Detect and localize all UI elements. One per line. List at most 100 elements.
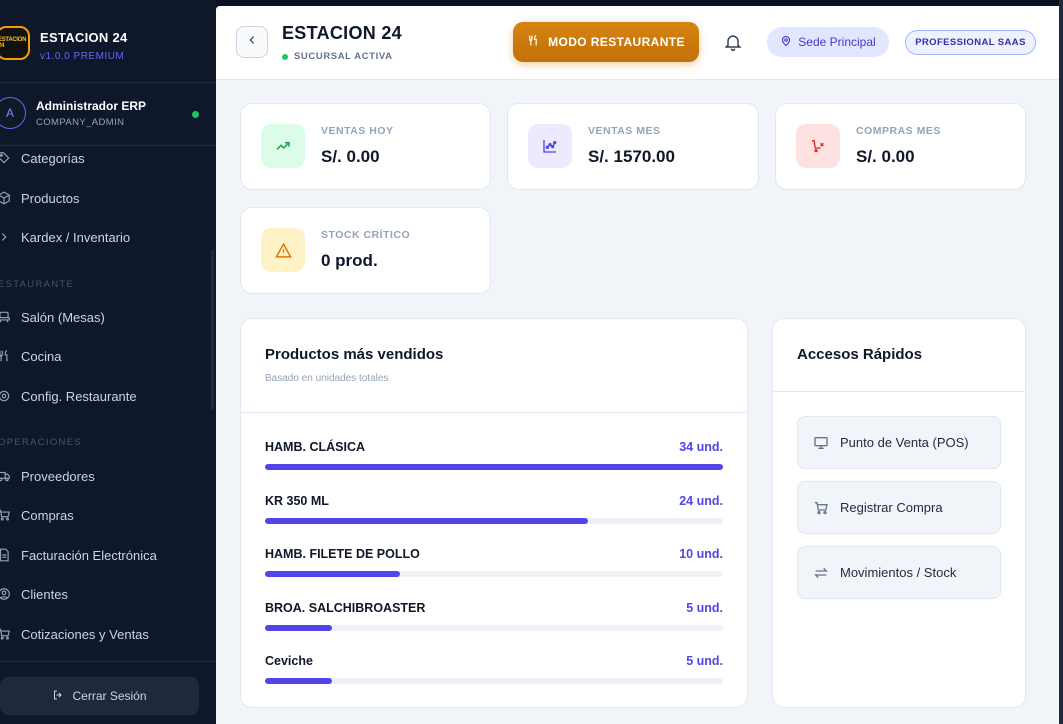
quick-access-stock-button[interactable]: Movimientos / Stock: [797, 546, 1001, 599]
logout-button[interactable]: Cerrar Sesión: [0, 677, 199, 715]
product-quantity: 5 und.: [686, 600, 723, 615]
chevron-left-icon: [245, 33, 259, 52]
progress-track: [265, 464, 723, 470]
sidebar-item-productos[interactable]: Productos: [0, 186, 216, 210]
product-name: KR 350 ML: [265, 493, 329, 508]
sidebar-item-label: Compras: [21, 507, 74, 523]
stat-value: S/. 0.00: [321, 147, 380, 166]
stat-card-ventas-hoy: VENTAS HOY S/. 0.00: [240, 103, 491, 190]
tag-icon: [0, 150, 12, 166]
warning-icon: [261, 228, 305, 272]
user-role: COMPANY_ADMIN: [36, 117, 125, 128]
sidebar-item-facturacion[interactable]: Facturación Electrónica: [0, 543, 216, 567]
cart-icon: [812, 499, 830, 517]
progress-fill: [265, 571, 400, 577]
chair-icon: [0, 309, 12, 325]
progress-track: [265, 624, 723, 631]
quick-access-compra-button[interactable]: Registrar Compra: [797, 481, 1001, 534]
product-name: Ceviche: [265, 654, 313, 668]
product-quantity: 24 und.: [679, 493, 723, 508]
sidebar-item-cocina[interactable]: Cocina: [0, 344, 216, 368]
user-profile[interactable]: A Administrador ERP COMPANY_ADMIN: [0, 93, 216, 137]
progress-fill: [265, 517, 589, 524]
product-quantity: 10 und.: [679, 547, 723, 561]
sidebar-item-label: Salón (Mesas): [21, 309, 105, 325]
restaurant-mode-label: MODO RESTAURANTE: [548, 35, 685, 49]
gear-icon: [0, 388, 12, 404]
cart-icon: [0, 507, 12, 523]
branch-status-label: SUCURSAL ACTIVA: [294, 51, 393, 62]
bell-icon[interactable]: [723, 32, 743, 52]
online-status-dot: [192, 111, 199, 118]
arrows-swap-icon: [812, 564, 830, 582]
box-icon: [0, 190, 12, 206]
progress-track: [265, 571, 723, 577]
sidebar: ESTACION 24 ESTACION 24 v1.0.0 PREMIUM A…: [0, 0, 216, 724]
panel-title: Productos más vendidos: [265, 346, 444, 363]
product-quantity: 5 und.: [686, 654, 723, 668]
branch-status: SUCURSAL ACTIVA: [282, 51, 393, 62]
page-title: ESTACION 24: [282, 23, 402, 43]
progress-track: [265, 678, 723, 684]
utensils-icon: [0, 348, 12, 364]
stat-card-stock-critico: STOCK CRÍTICO 0 prod.: [240, 207, 491, 294]
panel-divider: [241, 412, 747, 413]
location-pin-icon: [780, 35, 792, 50]
panel-subtitle: Basado en unidades totales: [265, 373, 389, 384]
status-dot: [282, 53, 288, 60]
logo-text: ESTACION 24: [0, 37, 27, 49]
main-content: ESTACION 24 SUCURSAL ACTIVA MODO RESTAUR…: [216, 6, 1059, 724]
quick-access-pos-button[interactable]: Punto de Venta (POS): [797, 416, 1001, 469]
stat-label: VENTAS HOY: [321, 125, 394, 137]
brand-name: ESTACION 24: [40, 30, 128, 45]
sidebar-item-label: Facturación Electrónica: [21, 547, 157, 563]
truck-icon: [0, 468, 12, 484]
window-edge: [1059, 0, 1063, 724]
brand: ESTACION 24 ESTACION 24 v1.0.0 PREMIUM: [0, 22, 216, 66]
sidebar-item-config-restaurante[interactable]: Config. Restaurante: [0, 384, 216, 408]
sidebar-item-salon[interactable]: Salón (Mesas): [0, 305, 216, 329]
sidebar-item-kardex[interactable]: Kardex / Inventario: [0, 225, 216, 249]
quick-access-label: Punto de Venta (POS): [840, 435, 969, 450]
sidebar-item-label: Proveedores: [21, 468, 95, 484]
product-row: BROA. SALCHIBROASTER 5 und.: [265, 601, 723, 641]
branch-selector[interactable]: Sede Principal: [767, 27, 889, 57]
top-products-panel: Productos más vendidos Basado en unidade…: [240, 318, 748, 708]
utensils-icon: [527, 34, 540, 50]
sidebar-item-label: Config. Restaurante: [21, 388, 137, 404]
product-name: HAMB. CLÁSICA: [265, 440, 365, 454]
quick-access-label: Registrar Compra: [840, 500, 943, 515]
sidebar-item-label: Productos: [21, 190, 80, 206]
divider: [0, 661, 216, 662]
panel-divider: [773, 391, 1025, 392]
cart-icon: [0, 626, 12, 642]
quick-access-panel: Accesos Rápidos Punto de Venta (POS) Reg…: [772, 318, 1026, 708]
trending-up-icon: [261, 124, 305, 168]
sidebar-item-cotizaciones[interactable]: Cotizaciones y Ventas: [0, 622, 216, 646]
sidebar-item-proveedores[interactable]: Proveedores: [0, 464, 216, 488]
section-title-restaurante: ESTAURANTE: [0, 279, 75, 290]
chevron-right-icon: [0, 229, 12, 245]
sidebar-item-categorias[interactable]: Categorías: [0, 146, 216, 170]
sidebar-item-compras[interactable]: Compras: [0, 503, 216, 527]
document-icon: [0, 547, 12, 563]
cart-x-icon: [796, 124, 840, 168]
sidebar-item-label: Categorías: [21, 150, 85, 166]
stat-label: STOCK CRÍTICO: [321, 229, 411, 241]
product-name: HAMB. FILETE DE POLLO: [265, 547, 420, 561]
product-row: HAMB. FILETE DE POLLO 10 und.: [265, 547, 723, 587]
quick-access-label: Movimientos / Stock: [840, 565, 957, 580]
restaurant-mode-button[interactable]: MODO RESTAURANTE: [513, 22, 699, 62]
product-row: KR 350 ML 24 und.: [265, 494, 723, 534]
sidebar-item-label: Cocina: [21, 348, 62, 364]
sidebar-item-clientes[interactable]: Clientes: [0, 582, 216, 606]
sidebar-scrollbar[interactable]: [211, 250, 214, 410]
stat-value: 0 prod.: [321, 251, 378, 270]
progress-fill: [265, 464, 723, 470]
user-name: Administrador ERP: [36, 99, 147, 113]
back-button[interactable]: [236, 26, 268, 58]
sidebar-item-label: Kardex / Inventario: [21, 229, 131, 245]
progress-fill: [265, 624, 333, 631]
panel-title: Accesos Rápidos: [797, 346, 923, 363]
stat-label: COMPRAS MES: [856, 125, 941, 137]
